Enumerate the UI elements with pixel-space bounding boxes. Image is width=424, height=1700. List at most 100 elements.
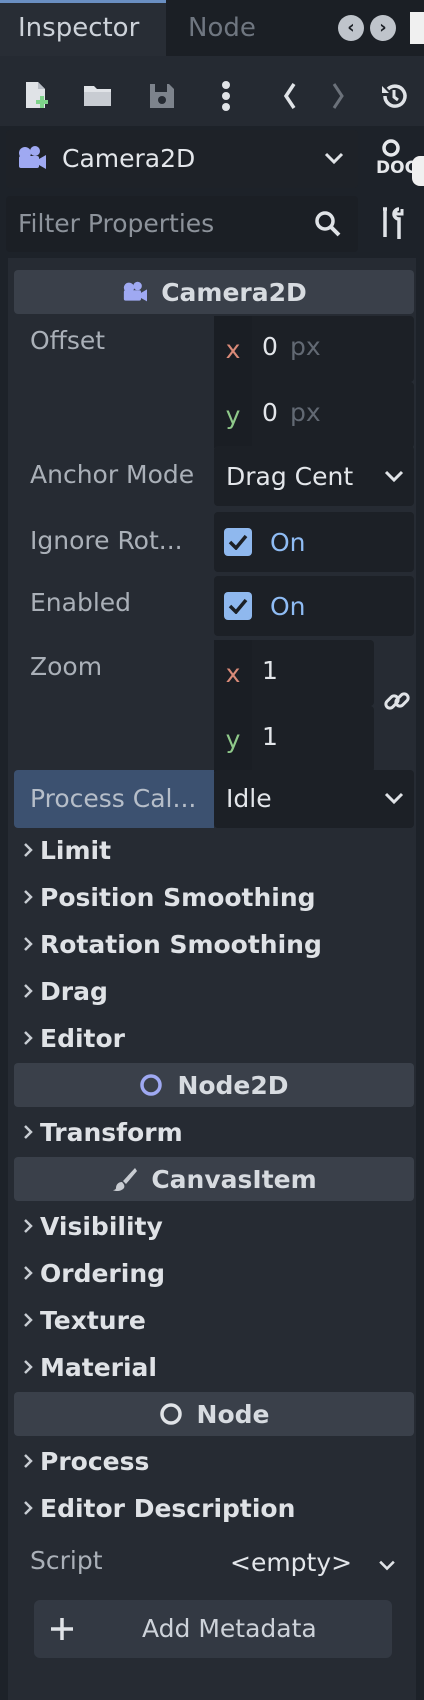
offset-y-field[interactable]: y 0 px [214, 382, 414, 448]
enabled-checkbox[interactable]: On [214, 576, 414, 636]
section-header-camera2d[interactable]: Camera2D [14, 270, 414, 314]
zoom-x-field[interactable]: x 1 [214, 640, 374, 706]
chevron-right-icon [24, 937, 33, 951]
group-limit[interactable]: Limit [22, 828, 111, 872]
filter-properties-field[interactable]: Filter Properties [6, 196, 358, 252]
node-selector-name: Camera2D [62, 144, 196, 173]
open-docs-button[interactable]: DOC [374, 136, 424, 186]
ignore-rotation-label: Ignore Rot... [30, 526, 183, 555]
tab-overflow [410, 12, 424, 44]
section-title-node2d: Node2D [177, 1070, 289, 1100]
group-title: Rotation Smoothing [40, 929, 322, 959]
chevron-right-icon [24, 1219, 33, 1233]
chevron-right-icon [24, 1031, 33, 1045]
tab-node[interactable]: Node [188, 0, 256, 56]
script-resource-picker[interactable]: <empty> [214, 1538, 414, 1590]
group-title: Texture [40, 1305, 146, 1335]
group-position-smoothing[interactable]: Position Smoothing [22, 875, 316, 919]
chevron-right-icon [24, 1313, 33, 1327]
chevron-right-icon [24, 1454, 33, 1468]
save-icon[interactable] [142, 76, 182, 116]
group-title: Editor Description [40, 1493, 296, 1523]
zoom-y-axis: y [214, 706, 252, 772]
group-rotation-smoothing[interactable]: Rotation Smoothing [22, 922, 322, 966]
property-tools-icon[interactable] [374, 204, 414, 244]
brush-icon [113, 1168, 138, 1192]
group-title: Visibility [40, 1211, 163, 1241]
zoom-y-field[interactable]: y 1 [214, 706, 374, 772]
enabled-value: On [270, 592, 306, 621]
group-ordering[interactable]: Ordering [22, 1251, 165, 1295]
history-back-icon[interactable] [270, 76, 310, 116]
camera2d-icon [19, 146, 46, 169]
group-editor-description[interactable]: Editor Description [22, 1486, 295, 1530]
anchor-mode-dropdown[interactable]: Drag Cent [214, 446, 414, 506]
offset-label: Offset [30, 326, 106, 355]
add-metadata-button[interactable]: Add Metadata [34, 1600, 392, 1658]
node2d-icon [140, 1074, 163, 1096]
group-title: Drag [40, 976, 108, 1006]
add-icon [51, 1618, 73, 1640]
group-title: Ordering [40, 1258, 166, 1288]
chevron-right-icon [24, 1125, 33, 1139]
section-title-camera2d: Camera2D [161, 277, 307, 307]
node-selector[interactable]: Camera2D [6, 130, 358, 188]
offset-y-axis: y [214, 382, 252, 448]
ignore-rotation-checkbox[interactable]: On [214, 512, 414, 572]
chevron-down-icon [324, 152, 344, 165]
group-transform[interactable]: Transform [22, 1110, 183, 1154]
process-callback-dropdown[interactable]: Idle [214, 770, 414, 828]
doc-tooltip-edge [412, 156, 424, 186]
history-forward-icon[interactable] [318, 76, 358, 116]
zoom-label: Zoom [30, 652, 103, 681]
chevron-right-icon [24, 1501, 33, 1515]
zoom-x-value: 1 [262, 656, 278, 685]
chevron-down-icon [384, 792, 404, 805]
section-title-canvasitem: CanvasItem [151, 1164, 317, 1194]
chevron-right-icon [24, 1360, 33, 1374]
group-texture[interactable]: Texture [22, 1298, 146, 1342]
tab-scroll-right-icon[interactable]: › [370, 15, 396, 41]
zoom-y-value: 1 [262, 722, 278, 751]
section-header-canvasitem[interactable]: CanvasItem [14, 1157, 414, 1201]
open-folder-icon[interactable] [78, 76, 118, 116]
add-metadata-label: Add Metadata [142, 1614, 317, 1643]
group-title: Material [40, 1352, 157, 1382]
doc-search-icon [382, 139, 400, 157]
chevron-down-icon [379, 1560, 395, 1571]
checkbox-checked-icon [224, 528, 252, 556]
process-callback-label: Process Cal... [30, 784, 197, 813]
section-header-node[interactable]: Node [14, 1392, 414, 1436]
ignore-rotation-value: On [270, 528, 306, 557]
chevron-right-icon [24, 1266, 33, 1280]
anchor-mode-label: Anchor Mode [30, 460, 195, 489]
object-history-icon[interactable] [374, 76, 414, 116]
filter-properties-placeholder: Filter Properties [18, 209, 215, 238]
doc-label: DOC [376, 158, 418, 178]
script-label: Script [30, 1546, 103, 1575]
offset-x-axis: x [214, 316, 252, 382]
process-callback-label-bg: Process Cal... [14, 770, 214, 828]
group-material[interactable]: Material [22, 1345, 157, 1389]
tab-inspector-label: Inspector [18, 13, 140, 43]
chevron-right-icon [24, 843, 33, 857]
anchor-mode-value: Drag Cent [226, 462, 354, 491]
new-resource-icon[interactable] [16, 76, 56, 116]
more-options-icon[interactable] [206, 76, 246, 116]
chevron-down-icon [384, 470, 404, 483]
tab-scroll-left-icon[interactable]: ‹ [338, 15, 364, 41]
offset-x-field[interactable]: x 0 px [214, 316, 414, 382]
enabled-label: Enabled [30, 588, 132, 617]
group-visibility[interactable]: Visibility [22, 1204, 163, 1248]
group-process[interactable]: Process [22, 1439, 149, 1483]
section-title-node: Node [196, 1399, 270, 1429]
zoom-x-axis: x [214, 640, 252, 706]
tab-inspector[interactable]: Inspector [0, 0, 166, 56]
section-header-node2d[interactable]: Node2D [14, 1063, 414, 1107]
group-editor[interactable]: Editor [22, 1016, 125, 1060]
group-drag[interactable]: Drag [22, 969, 108, 1013]
camera2d-icon [124, 281, 148, 302]
group-title: Editor [40, 1023, 125, 1053]
link-values-icon[interactable] [382, 686, 412, 716]
offset-y-value: 0 [262, 398, 278, 427]
